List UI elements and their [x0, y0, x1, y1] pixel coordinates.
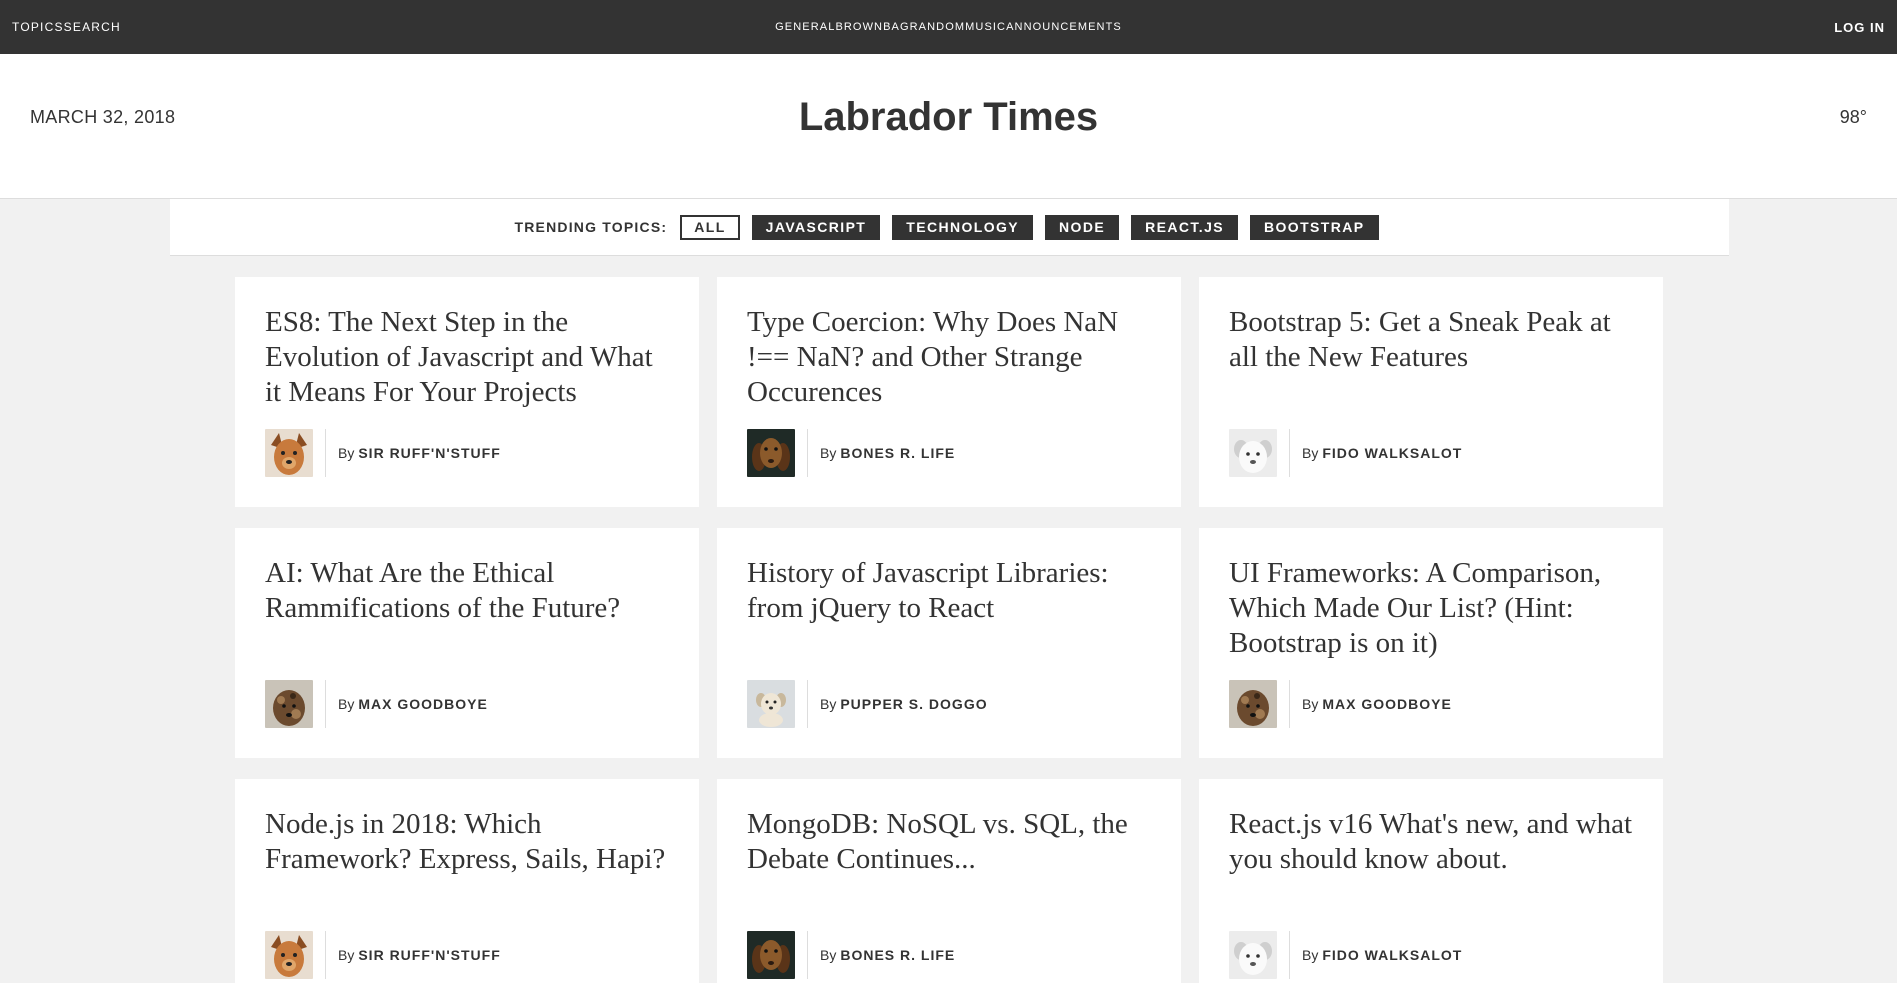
top-nav-left: TOPICS SEARCH — [12, 0, 121, 54]
nav-general-link[interactable]: GENERAL — [775, 21, 835, 33]
article-card[interactable]: ES8: The Next Step in the Evolution of J… — [235, 277, 699, 507]
tag-javascript[interactable]: JAVASCRIPT — [751, 214, 881, 240]
article-byline: By BONES R. LIFE — [747, 931, 955, 979]
tag-technology[interactable]: TECHNOLOGY — [892, 214, 1034, 240]
tag-node[interactable]: NODE — [1045, 214, 1120, 240]
byline-divider — [1289, 680, 1290, 728]
trending-topics-bar: TRENDING TOPICS: ALL JAVASCRIPT TECHNOLO… — [170, 199, 1729, 256]
brown-dog-avatar — [747, 429, 795, 477]
article-card[interactable]: AI: What Are the Ethical Rammifications … — [235, 528, 699, 758]
site-title[interactable]: Labrador Times — [0, 54, 1897, 180]
author-name[interactable]: By SIR RUFF'N'STUFF — [338, 947, 501, 963]
author-name[interactable]: By PUPPER S. DOGGO — [820, 696, 988, 712]
article-card[interactable]: UI Frameworks: A Comparison, Which Made … — [1199, 528, 1663, 758]
white-dog-avatar — [1229, 429, 1277, 477]
author-name[interactable]: By BONES R. LIFE — [820, 445, 955, 461]
author-name[interactable]: By FIDO WALKSALOT — [1302, 445, 1462, 461]
cream-puppy-avatar — [747, 680, 795, 728]
article-grid: ES8: The Next Step in the Evolution of J… — [235, 277, 1663, 983]
article-byline: By MAX GOODBOYE — [1229, 680, 1452, 728]
top-nav-bar: TOPICS SEARCH GENERAL BROWN BAG RANDOM M… — [0, 0, 1897, 54]
article-headline[interactable]: MongoDB: NoSQL vs. SQL, the Debate Conti… — [747, 807, 1151, 919]
article-byline: By SIR RUFF'N'STUFF — [265, 931, 501, 979]
byline-divider — [807, 680, 808, 728]
article-headline[interactable]: ES8: The Next Step in the Evolution of J… — [265, 305, 669, 417]
white-dog-avatar — [1229, 931, 1277, 979]
byline-divider — [1289, 429, 1290, 477]
section-nav: GENERAL BROWN BAG RANDOM MUSIC ANNOUNCEM… — [0, 0, 1897, 54]
trending-label: TRENDING TOPICS: — [514, 219, 668, 235]
brown-dog-avatar — [747, 931, 795, 979]
author-name[interactable]: By MAX GOODBOYE — [338, 696, 488, 712]
author-name[interactable]: By FIDO WALKSALOT — [1302, 947, 1462, 963]
article-card[interactable]: React.js v16 What's new, and what you sh… — [1199, 779, 1663, 983]
masthead: MARCH 32, 2018 Labrador Times 98° — [0, 54, 1897, 199]
article-byline: By FIDO WALKSALOT — [1229, 931, 1462, 979]
orange-puppy-avatar — [265, 429, 313, 477]
spotted-dog-avatar — [265, 680, 313, 728]
tag-all[interactable]: ALL — [680, 214, 740, 240]
article-byline: By PUPPER S. DOGGO — [747, 680, 988, 728]
nav-brown-link[interactable]: BROWN — [835, 21, 883, 33]
byline-divider — [807, 429, 808, 477]
author-name[interactable]: By SIR RUFF'N'STUFF — [338, 445, 501, 461]
article-byline: By BONES R. LIFE — [747, 429, 955, 477]
orange-puppy-avatar — [265, 931, 313, 979]
author-name[interactable]: By MAX GOODBOYE — [1302, 696, 1452, 712]
article-headline[interactable]: React.js v16 What's new, and what you sh… — [1229, 807, 1633, 919]
byline-divider — [807, 931, 808, 979]
nav-search-link[interactable]: SEARCH — [64, 20, 121, 34]
article-card[interactable]: Bootstrap 5: Get a Sneak Peak at all the… — [1199, 277, 1663, 507]
article-card[interactable]: Node.js in 2018: Which Framework? Expres… — [235, 779, 699, 983]
article-headline[interactable]: Bootstrap 5: Get a Sneak Peak at all the… — [1229, 305, 1633, 417]
nav-random-link[interactable]: RANDOM — [910, 21, 966, 33]
nav-music-link[interactable]: MUSIC — [965, 21, 1006, 33]
tag-reactjs[interactable]: REACT.JS — [1131, 214, 1238, 240]
article-card[interactable]: History of Javascript Libraries: from jQ… — [717, 528, 1181, 758]
article-byline: By FIDO WALKSALOT — [1229, 429, 1462, 477]
article-headline[interactable]: Node.js in 2018: Which Framework? Expres… — [265, 807, 669, 919]
login-link[interactable]: LOG IN — [1834, 0, 1885, 54]
nav-topics-link[interactable]: TOPICS — [12, 20, 64, 34]
temperature: 98° — [1839, 106, 1867, 127]
byline-divider — [325, 429, 326, 477]
article-headline[interactable]: UI Frameworks: A Comparison, Which Made … — [1229, 556, 1633, 668]
article-card[interactable]: MongoDB: NoSQL vs. SQL, the Debate Conti… — [717, 779, 1181, 983]
byline-divider — [325, 680, 326, 728]
byline-divider — [1289, 931, 1290, 979]
article-headline[interactable]: AI: What Are the Ethical Rammifications … — [265, 556, 669, 668]
author-name[interactable]: By BONES R. LIFE — [820, 947, 955, 963]
article-card[interactable]: Type Coercion: Why Does NaN !== NaN? and… — [717, 277, 1181, 507]
article-byline: By SIR RUFF'N'STUFF — [265, 429, 501, 477]
article-headline[interactable]: History of Javascript Libraries: from jQ… — [747, 556, 1151, 668]
tag-bootstrap[interactable]: BOOTSTRAP — [1250, 214, 1379, 240]
article-headline[interactable]: Type Coercion: Why Does NaN !== NaN? and… — [747, 305, 1151, 417]
nav-bag-link[interactable]: BAG — [883, 21, 910, 33]
nav-announcements-link[interactable]: ANNOUNCEMENTS — [1006, 21, 1122, 33]
spotted-dog-avatar — [1229, 680, 1277, 728]
article-byline: By MAX GOODBOYE — [265, 680, 488, 728]
byline-divider — [325, 931, 326, 979]
